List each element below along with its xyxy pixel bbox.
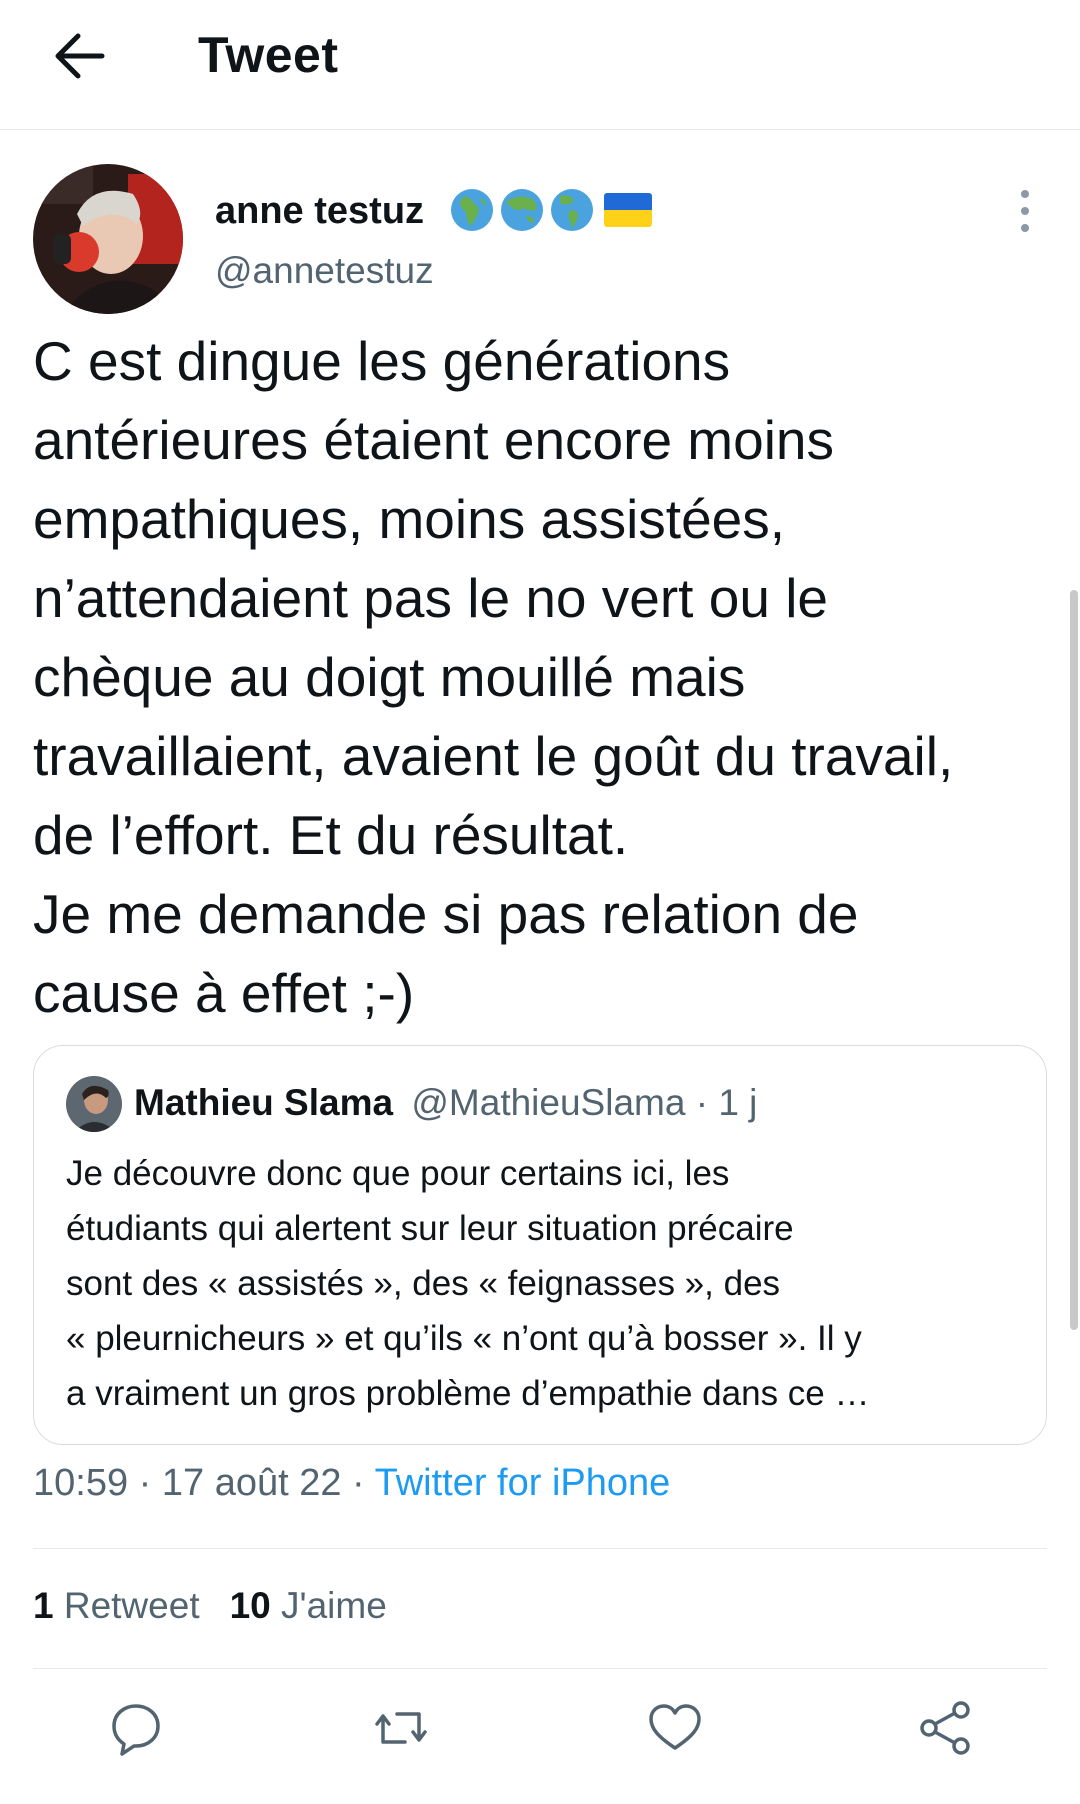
- quote-text: Je découvre donc que pour certains ici, …: [66, 1154, 870, 1413]
- globe-americas-icon: [551, 189, 593, 231]
- divider: [33, 1548, 1047, 1549]
- retweet-icon: [375, 1712, 427, 1744]
- quote-separator: ·: [695, 1082, 709, 1123]
- back-button[interactable]: [48, 30, 108, 82]
- meta-separator: ·: [341, 1462, 375, 1504]
- share-button[interactable]: [917, 1700, 973, 1756]
- retweets-count: 1: [33, 1585, 54, 1626]
- retweets-stat[interactable]: 1 Retweet: [33, 1585, 200, 1626]
- tweet-date: 17 août 22: [161, 1462, 342, 1504]
- author-handle[interactable]: @annetestuz: [215, 250, 434, 292]
- quoted-tweet[interactable]: Mathieu Slama @MathieuSlama · 1 j Je déc…: [33, 1045, 1047, 1445]
- author-avatar[interactable]: [33, 164, 183, 314]
- more-vertical-icon: [1021, 190, 1029, 232]
- tweet-meta: 10:59 · 17 août 22 · Twitter for iPhone: [33, 1462, 670, 1505]
- like-icon: [649, 1704, 701, 1750]
- page-title: Tweet: [198, 27, 339, 83]
- tweet-page: Tweet anne testuz @annetestuz C est ding…: [0, 0, 1080, 1804]
- quote-author-handle: @MathieuSlama: [411, 1082, 686, 1123]
- top-bar: Tweet: [0, 0, 1080, 130]
- reply-icon: [112, 1704, 160, 1756]
- divider: [33, 1668, 1047, 1669]
- retweets-label: Retweet: [63, 1585, 200, 1626]
- like-button[interactable]: [647, 1700, 703, 1756]
- likes-count: 10: [229, 1585, 271, 1626]
- globe-africa-icon: [451, 189, 493, 231]
- share-icon: [920, 1701, 970, 1755]
- tweet-stats: 1 Retweet 10 J'aime: [33, 1585, 387, 1627]
- arrow-left-icon: [55, 33, 105, 79]
- author-name[interactable]: anne testuz: [215, 190, 424, 233]
- scrollbar[interactable]: [1070, 590, 1078, 1330]
- likes-label: J'aime: [281, 1585, 387, 1626]
- retweet-button[interactable]: [373, 1700, 429, 1756]
- quote-time: 1 j: [718, 1082, 758, 1123]
- quote-author-name: Mathieu Slama: [134, 1082, 394, 1123]
- author-emoji-row: [450, 188, 652, 232]
- reply-button[interactable]: [108, 1700, 164, 1756]
- ukraine-flag-icon: [604, 193, 652, 227]
- quote-header: Mathieu Slama @MathieuSlama · 1 j: [134, 1082, 757, 1124]
- quote-author-avatar: [66, 1076, 122, 1132]
- more-options-button[interactable]: [1010, 186, 1040, 236]
- tweet-time: 10:59: [33, 1462, 129, 1504]
- likes-stat[interactable]: 10 J'aime: [230, 1585, 387, 1626]
- tweet-source-link[interactable]: Twitter for iPhone: [375, 1462, 671, 1504]
- meta-separator: ·: [128, 1462, 162, 1504]
- globe-asia-icon: [501, 189, 543, 231]
- tweet-text: C est dingue les générations antérieures…: [33, 330, 954, 1024]
